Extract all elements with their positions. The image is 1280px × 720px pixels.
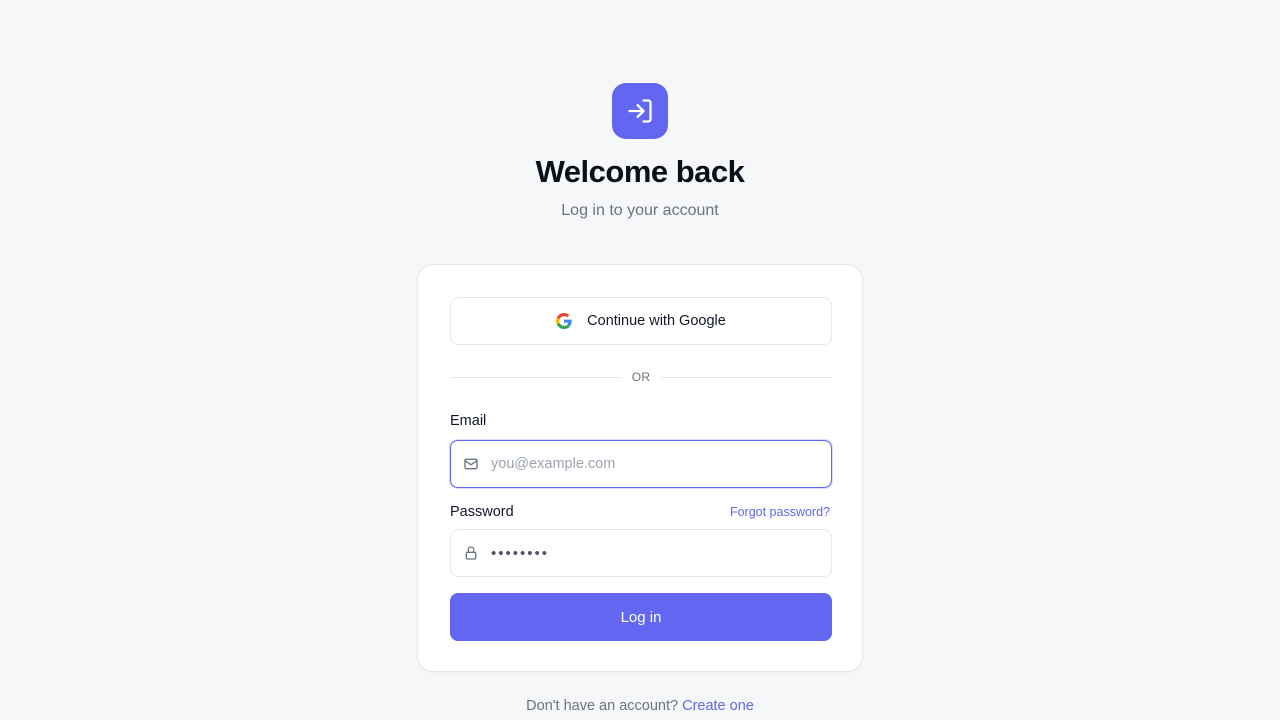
lock-icon (451, 545, 491, 561)
mail-icon (451, 456, 491, 472)
google-icon (556, 313, 572, 329)
google-signin-button[interactable]: Continue with Google (450, 297, 832, 345)
divider-line-right (661, 377, 832, 378)
forgot-password-link[interactable]: Forgot password? (730, 505, 830, 519)
login-button[interactable]: Log in (450, 593, 832, 641)
create-account-link[interactable]: Create one (682, 698, 754, 714)
or-divider: OR (450, 368, 832, 386)
email-input[interactable] (491, 441, 831, 487)
page-title: Welcome back (535, 154, 745, 189)
email-label: Email (450, 413, 487, 429)
password-label: Password (450, 504, 514, 520)
signup-prompt-text: Don't have an account? (526, 698, 679, 714)
signup-prompt: Don't have an account? Create one (0, 698, 1280, 714)
password-field-wrapper[interactable] (450, 529, 832, 577)
password-input[interactable] (491, 530, 831, 576)
email-field-wrapper[interactable] (450, 440, 832, 488)
google-button-label: Continue with Google (587, 313, 726, 329)
page-subtitle: Log in to your account (561, 202, 719, 219)
login-arrow-icon (612, 83, 668, 139)
login-card: Continue with Google OR Email Password F… (417, 264, 863, 672)
